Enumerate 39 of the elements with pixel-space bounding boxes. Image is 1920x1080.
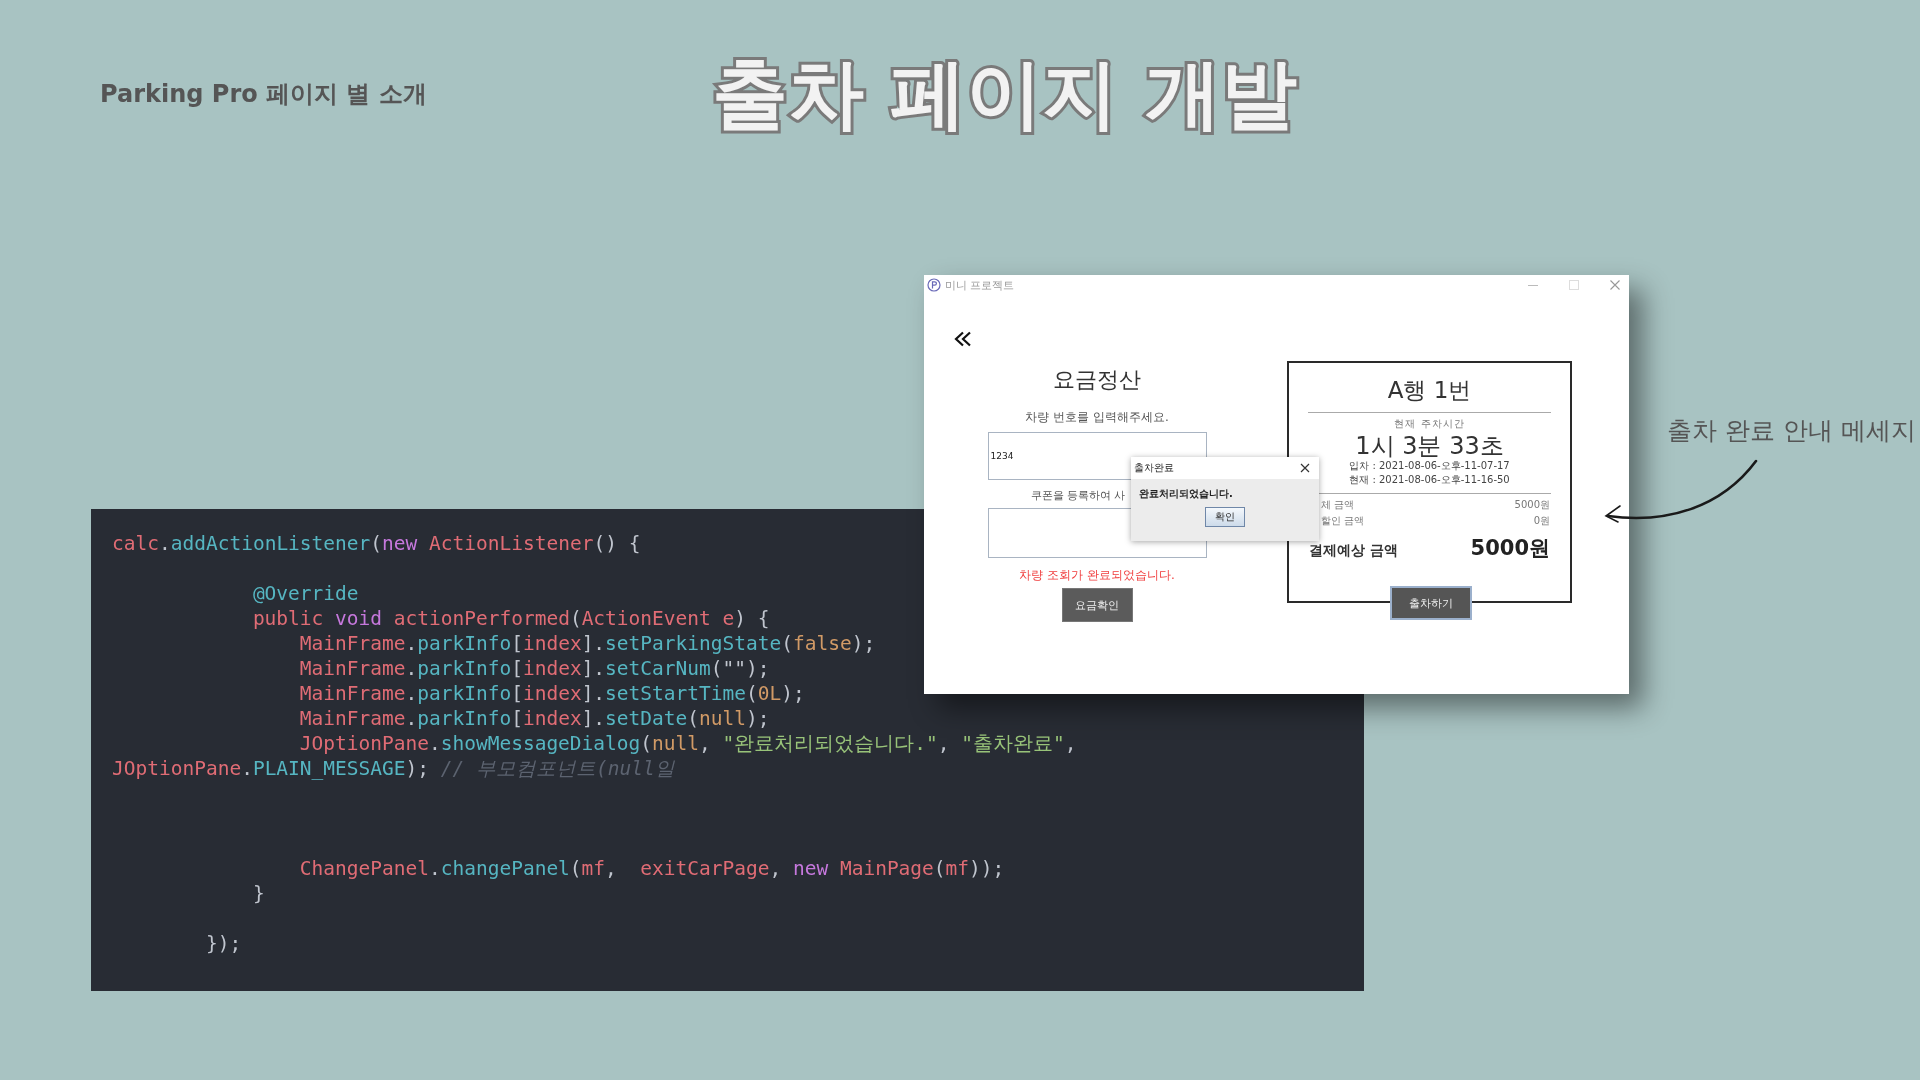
code-line: JOptionPane.PLAIN_MESSAGE); // 부모컴포넌트(null일 (112, 756, 675, 781)
code-line: MainFrame.parkInfo[index].setParkingState(false); (299, 631, 876, 656)
field-label: 쿠폰을 등록하여 사 (1030, 488, 1126, 503)
entry-time: 입차 : 2021-08-06-오후-11-07-17 (1349, 459, 1510, 473)
close-icon[interactable] (1300, 463, 1310, 473)
code-line: @Override (252, 581, 359, 606)
status-message: 차량 조회가 완료되었습니다. (1019, 567, 1175, 584)
code-line: JOptionPane.showMessageDialog(null, "완료처리되었습니다.", "출차완료", (299, 731, 1077, 756)
section-label: Parking Pro 페이지 별 소개 (100, 79, 427, 110)
dialog-message: 완료처리되었습니다. (1139, 487, 1233, 501)
exit-button[interactable]: 출차하기 (1390, 586, 1472, 620)
fare-check-button[interactable]: 요금확인 (1061, 588, 1133, 622)
code-line: } (252, 881, 265, 906)
app-logo-icon (927, 278, 941, 292)
field-label: 차량 번호를 입력해주세요. (1025, 409, 1169, 426)
amount-value: 0원 (1533, 514, 1550, 528)
dialog-title: 출차완료 (1134, 461, 1174, 475)
slide-title: 출차 페이지 개발 (712, 48, 1297, 140)
total-amount: 5000원 (1470, 535, 1550, 562)
parking-duration: 1시 3분 33초 (1355, 433, 1504, 459)
amount-label: 할인 금액 (1321, 514, 1365, 528)
window-title: 미니 프로젝트 (945, 277, 1015, 293)
amount-label: 체 금액 (1321, 498, 1355, 512)
code-line: MainFrame.parkInfo[index].setDate(null); (299, 706, 770, 731)
annotation-text: 출차 완료 안내 메세지 (1667, 415, 1916, 447)
code-line: MainFrame.parkInfo[index].setStartTime(0L); (299, 681, 805, 706)
code-line: public void actionPerformed(ActionEvent e) { (252, 606, 770, 631)
code-line: MainFrame.parkInfo[index].setCarNum(""); (299, 656, 770, 681)
code-line: }); (205, 931, 242, 956)
amount-value: 5000원 (1514, 498, 1550, 512)
ok-button[interactable]: 확인 (1205, 507, 1245, 527)
duration-label: 현재 주차시간 (1394, 417, 1465, 431)
current-time: 현재 : 2021-08-06-오후-11-16-50 (1349, 473, 1510, 487)
parking-spot-title: A행 1번 (1387, 376, 1472, 405)
total-label: 결제예상 금액 (1309, 542, 1398, 560)
code-line: calc.addActionListener(new ActionListener() { (112, 531, 641, 556)
fare-heading: 요금정산 (1053, 366, 1141, 394)
code-line: ChangePanel.changePanel(mf, exitCarPage, new MainPage(mf)); (299, 856, 1005, 881)
back-icon[interactable] (954, 331, 972, 347)
